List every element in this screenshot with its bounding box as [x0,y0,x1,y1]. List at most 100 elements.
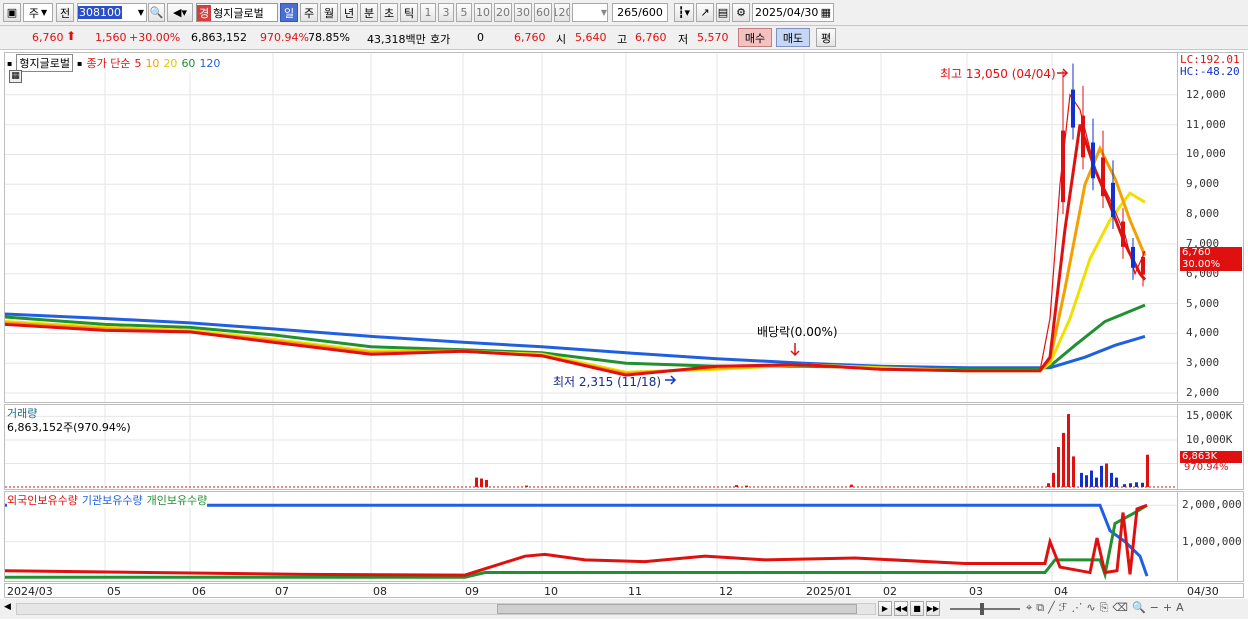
minute-120[interactable]: 120 [554,3,570,22]
minute-10[interactable]: 10 [474,3,492,22]
minute-5[interactable]: 5 [456,3,472,22]
turnover-rate: 78.85% [308,31,350,44]
volume-value: 6,863,152주(970.94%) [7,421,131,434]
date-input[interactable]: 2025/04/30 ▦ [752,3,834,22]
price-tick: 11,000 [1186,117,1226,131]
candle-body [1101,157,1105,197]
price-tick: 5,000 [1186,296,1220,310]
x-axis-end: 04/30 [1187,585,1219,598]
volume-bar [1110,472,1113,487]
up-arrow-icon: ⬆ [66,29,77,43]
candle-body [1141,256,1145,275]
x-axis-label: 08 [373,585,387,598]
low-arrow-icon [665,375,677,385]
tab-minute[interactable]: 분 [360,3,378,22]
volume-bar [1085,475,1088,487]
volume-panel[interactable]: 거래량 6,863,152주(970.94%) [4,404,1178,490]
tab-monthly[interactable]: 월 [320,3,338,22]
calendar-icon[interactable]: ▦ [821,6,831,19]
copy-icon[interactable]: ⎘ [1100,601,1109,615]
speaker-icon[interactable]: ◀▾ [167,3,193,22]
square-icon: ▪ [77,58,83,68]
volume-bar [485,479,488,487]
x-axis-label: 10 [544,585,558,598]
minute-3[interactable]: 3 [438,3,454,22]
volume-bar [1115,477,1118,487]
scope-button[interactable]: 전 [56,3,74,22]
price-panel-title[interactable]: 형지글로벌 [16,54,74,72]
minute-30[interactable]: 30 [514,3,532,22]
table-view-icon[interactable]: ▦ [9,70,22,83]
minus-icon[interactable]: − [1150,601,1159,615]
volume-bar [475,477,478,487]
zoom-icon[interactable]: 🔍 [1132,601,1146,615]
volume-bar [1105,463,1108,487]
candle-body [1081,115,1085,158]
forward-icon[interactable]: ▶▶ [926,601,940,616]
ma-label: 종가 단순 [86,57,131,70]
ma-line-20 [5,191,1146,374]
rewind-icon[interactable]: ◀◀ [894,601,908,616]
window-menu-icon[interactable]: ▣ [3,3,21,22]
plus-icon[interactable]: + [1163,601,1172,615]
hoga-label: 호가 [430,33,451,46]
search-icon[interactable]: 🔍 [148,3,165,22]
candle-type-icon[interactable]: ┇▾ [674,3,694,22]
tab-second[interactable]: 초 [380,3,398,22]
quote-bar: 6,760 ⬆ 1,560 +30.00% 6,863,152 970.94% … [0,26,1248,50]
tab-daily[interactable]: 일 [280,3,298,22]
volume-tick: 10,000K [1186,432,1233,446]
horizontal-scrollbar[interactable] [16,603,876,615]
x-axis-label: 11 [628,585,642,598]
price-axis: LC:192.01 HC:-48.20 12,000 11,000 10,000 9,… [1178,52,1244,403]
wave-icon[interactable]: ∿ [1086,601,1095,615]
settings-gear-icon[interactable]: ⚙ [732,3,750,22]
candle-body [1131,246,1135,268]
holdings-panel[interactable]: 외국인보유수량 기관보유수량 개인보유수량 [4,491,1178,582]
price-tick: 2,000 [1186,386,1220,400]
buy-button[interactable]: 매수 [738,28,772,47]
data-count-field[interactable]: 265/600 [612,3,668,22]
split-icon[interactable]: ⧉ [1036,601,1044,615]
scroll-left-icon[interactable]: ◀ [4,602,14,616]
candle-body [1121,221,1125,247]
mode-select[interactable]: 주 ▼ [23,3,53,22]
save-icon[interactable]: ▤ [716,3,730,22]
tab-yearly[interactable]: 년 [340,3,358,22]
crosshair-icon[interactable]: ⌖ [1026,601,1032,615]
font-icon[interactable]: A [1176,601,1184,615]
price-tick: 3,000 [1186,356,1220,370]
minute-1[interactable]: 1 [420,3,436,22]
scroll-thumb[interactable] [497,604,857,614]
tab-weekly[interactable]: 주 [300,3,318,22]
trend-icon[interactable]: ⋰ [1071,601,1082,615]
interval-select[interactable]: ▼ [572,3,608,22]
stop-icon[interactable]: ■ [910,601,924,616]
price-change: 1,560 [95,31,127,44]
line-tool-icon[interactable]: ╱ [1048,601,1055,615]
sell-button[interactable]: 매도 [776,28,810,47]
foreign-holdings-label: 외국인보유수량 [7,494,78,507]
stock-code-input[interactable]: 308100 ▼ [77,3,147,22]
tab-tick[interactable]: 틱 [400,3,418,22]
low-annotation: 최저 2,315 (11/18) [553,375,662,389]
scroll-right-icon[interactable]: ▶ [878,601,892,616]
holdings-axis: 2,000,000 1,000,000 [1178,491,1244,582]
flat-button[interactable]: 평 [816,28,836,47]
high-arrow-icon [1057,68,1069,78]
zoom-slider[interactable] [950,603,1020,615]
square-icon: ▪ [7,58,13,68]
price-panel[interactable]: ▪ 형지글로벌 ▪ 종가 단순 5 10 20 60 120 ▦ 최고 13,0… [4,52,1178,403]
x-axis-label: 06 [192,585,206,598]
volume-chart [5,405,1177,489]
fibonacci-icon[interactable]: ℱ [1059,601,1068,615]
stock-name: 형지글로벌 [213,6,264,20]
last-volume-pct: 970.94% [1184,462,1229,473]
minute-20[interactable]: 20 [494,3,512,22]
eraser-icon[interactable]: ⌫ [1112,601,1128,615]
minute-60[interactable]: 60 [534,3,552,22]
candle-body [1111,182,1115,218]
price-tick: 9,000 [1186,177,1220,191]
draw-tool-icon[interactable]: ↗ [696,3,714,22]
high-label: 고 [617,33,628,46]
